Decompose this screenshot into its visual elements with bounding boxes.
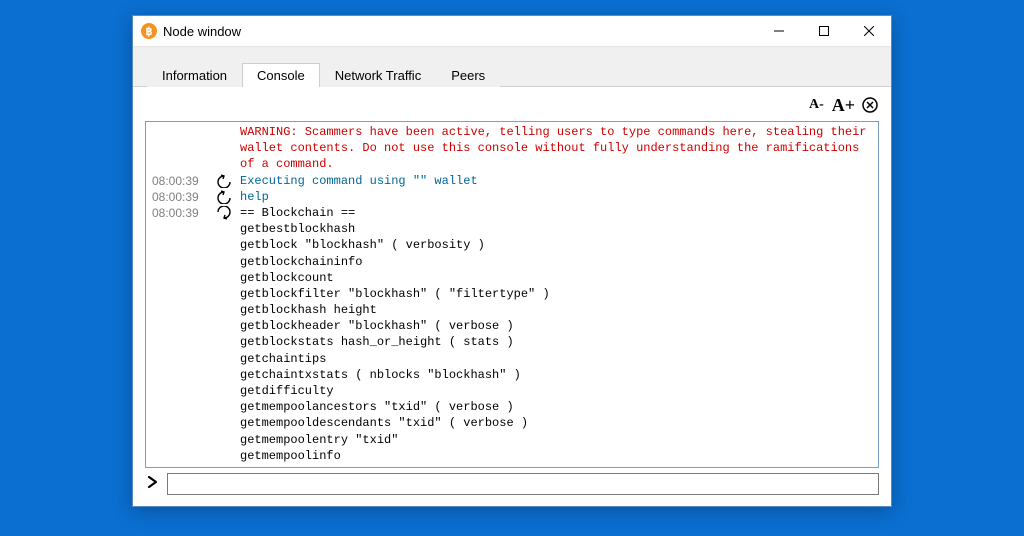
- timestamp: 08:00:39: [148, 205, 208, 221]
- console-message: Executing command using "" wallet: [240, 173, 878, 189]
- reply-in-icon: [208, 205, 240, 220]
- clear-icon: [861, 96, 879, 114]
- close-icon: [864, 26, 874, 36]
- console-row: 08:00:39 Executing command using "" wall…: [148, 173, 878, 189]
- window-title: Node window: [163, 24, 241, 39]
- console-warning: WARNING: Scammers have been active, tell…: [240, 124, 878, 173]
- tab-label: Console: [257, 68, 305, 83]
- minimize-button[interactable]: [756, 16, 801, 46]
- timestamp: 08:00:39: [148, 189, 208, 205]
- clear-console-button[interactable]: [861, 96, 879, 114]
- close-button[interactable]: [846, 16, 891, 46]
- minimize-icon: [774, 26, 784, 36]
- console-row: 08:00:39 help: [148, 189, 878, 205]
- toolbar-gap: [133, 46, 891, 62]
- console-message: help: [240, 189, 878, 205]
- direction-icon: [208, 124, 240, 125]
- node-window: ฿ Node window Information Console Networ…: [132, 15, 892, 507]
- console-warning-row: WARNING: Scammers have been active, tell…: [148, 124, 878, 173]
- console-input-row: [145, 472, 879, 496]
- console-toolbar: A- A+: [145, 93, 879, 117]
- reply-out-icon: [208, 189, 240, 204]
- titlebar[interactable]: ฿ Node window: [133, 16, 891, 46]
- tab-peers[interactable]: Peers: [436, 63, 500, 87]
- tabbar: Information Console Network Traffic Peer…: [133, 62, 891, 87]
- tab-information[interactable]: Information: [147, 63, 242, 87]
- tab-label: Information: [162, 68, 227, 83]
- console-panel: A- A+ WARNING: Scammers have been active…: [133, 87, 891, 506]
- console-message: == Blockchain == getbestblockhash getblo…: [240, 205, 878, 464]
- tab-network-traffic[interactable]: Network Traffic: [320, 63, 436, 87]
- console-output[interactable]: WARNING: Scammers have been active, tell…: [145, 121, 879, 468]
- font-increase-button[interactable]: A+: [830, 95, 857, 116]
- tab-label: Network Traffic: [335, 68, 421, 83]
- prompt-icon: [145, 475, 161, 494]
- maximize-button[interactable]: [801, 16, 846, 46]
- bitcoin-icon: ฿: [141, 23, 157, 39]
- maximize-icon: [819, 26, 829, 36]
- timestamp: 08:00:39: [148, 173, 208, 189]
- console-input[interactable]: [167, 473, 879, 495]
- tab-console[interactable]: Console: [242, 63, 320, 87]
- console-row: 08:00:39 == Blockchain == getbestblockha…: [148, 205, 878, 464]
- window-buttons: [756, 16, 891, 46]
- font-decrease-button[interactable]: A-: [807, 97, 826, 113]
- reply-out-icon: [208, 173, 240, 188]
- tab-label: Peers: [451, 68, 485, 83]
